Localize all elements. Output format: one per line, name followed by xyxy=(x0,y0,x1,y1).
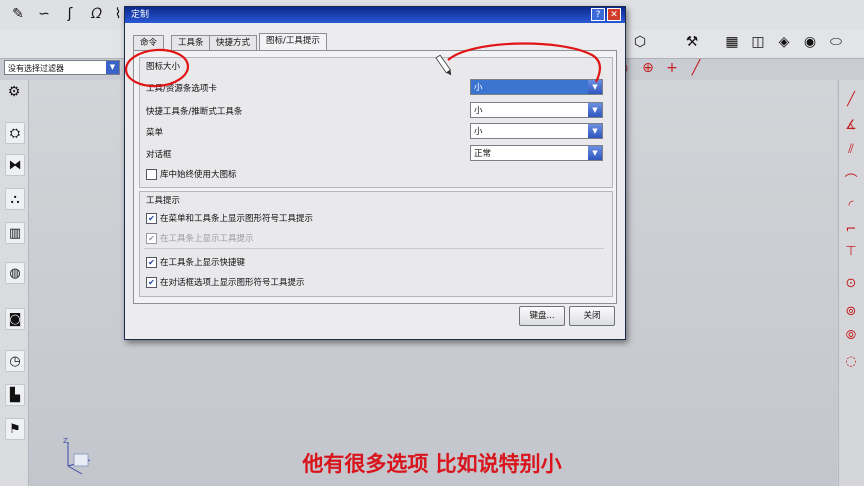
selection-filter-value: 没有选择过滤器 xyxy=(8,64,64,73)
circle-3pt-icon[interactable]: ◌ xyxy=(842,352,860,370)
menu-toolbar-graphic-tooltip-label: 在菜单和工具条上显示图形符号工具提示 xyxy=(160,214,314,224)
chevron-down-icon[interactable]: ▼ xyxy=(588,103,602,117)
checkmark-icon: ✔ xyxy=(146,232,157,244)
curve-tool-icon[interactable]: ∽ xyxy=(34,4,54,24)
video-subtitle: 他有很多选项 比如说特别小 xyxy=(302,452,562,476)
tab-panel-icons-tooltips: 图标大小 工具/资源条选项卡 小 ▼ 快捷工具条/推断式工具条 小 ▼ 菜单 小… xyxy=(133,50,617,304)
keyboard-button[interactable]: 键盘... xyxy=(519,306,565,326)
parallel-line-icon[interactable]: ⫽ xyxy=(842,140,860,158)
web-browser-icon[interactable]: ◍ xyxy=(5,262,25,284)
sketch-icon[interactable]: ✎ xyxy=(8,4,28,24)
target-icon[interactable]: ⊕ xyxy=(638,58,658,78)
help-button[interactable]: ? xyxy=(591,8,605,21)
menu-size-select[interactable]: 小 ▼ xyxy=(470,123,603,139)
checkbox-box[interactable] xyxy=(146,168,157,180)
line-tool-icon[interactable]: ╱ xyxy=(842,90,860,108)
process-studio-icon[interactable]: ▙ xyxy=(5,384,25,406)
gear-icon[interactable]: ⚙ xyxy=(4,82,24,102)
icon-size-group: 图标大小 工具/资源条选项卡 小 ▼ 快捷工具条/推断式工具条 小 ▼ 菜单 小… xyxy=(139,57,613,188)
tab-toolbars[interactable]: 工具条 xyxy=(171,35,211,51)
render-icon[interactable]: ◈ xyxy=(774,32,794,52)
part-navigator-icon[interactable]: ⛬ xyxy=(5,188,25,210)
menu-toolbar-graphic-tooltip-checkbox[interactable]: ✔ 在菜单和工具条上显示图形符号工具提示 xyxy=(146,212,313,224)
shortcut-toolbar-size-select[interactable]: 小 ▼ xyxy=(470,102,603,118)
toolbar-tooltip-label: 在工具条上显示工具提示 xyxy=(160,234,254,244)
view-icon[interactable]: ◫ xyxy=(748,32,768,52)
divider xyxy=(144,248,604,249)
chevron-down-icon[interactable]: ▼ xyxy=(106,61,119,74)
dialog-title: 定制 xyxy=(131,10,150,20)
display-icon[interactable]: ⬭ xyxy=(826,32,846,52)
spline-icon[interactable]: ʃ xyxy=(60,4,80,24)
large-icons-library-checkbox[interactable]: 库中始终使用大图标 xyxy=(146,168,237,180)
close-dialog-button[interactable]: ✕ xyxy=(607,8,621,21)
reuse-library-icon[interactable]: ▥ xyxy=(5,222,25,244)
tab-shortcuts[interactable]: 快捷方式 xyxy=(209,35,258,51)
menu-size-label: 菜单 xyxy=(146,128,164,138)
dialog-size-value: 正常 xyxy=(474,149,492,159)
resource-tab-size-select[interactable]: 小 ▼ xyxy=(470,79,603,95)
chevron-down-icon[interactable]: ▼ xyxy=(588,80,602,94)
close-button[interactable]: 关闭 xyxy=(569,306,615,326)
dialog-title-bar[interactable]: 定制 ? ✕ xyxy=(125,7,625,23)
tooltip-group-title: 工具提示 xyxy=(146,196,181,206)
angle-line-icon[interactable]: ∡ xyxy=(842,116,860,134)
circle-point-icon[interactable]: ⊚ xyxy=(842,302,860,320)
checkmark-icon[interactable]: ✔ xyxy=(146,276,157,288)
checkmark-icon[interactable]: ✔ xyxy=(146,212,157,224)
surface-icon[interactable]: ▦ xyxy=(722,32,742,52)
dialog-graphic-tooltip-checkbox[interactable]: ✔ 在对话框选项上显示图形符号工具提示 xyxy=(146,276,305,288)
toolbar-tooltip-checkbox: ✔ 在工具条上显示工具提示 xyxy=(146,232,254,244)
resource-tab-size-label: 工具/资源条选项卡 xyxy=(146,84,217,94)
circle-tangent-icon[interactable]: ⦾ xyxy=(842,326,860,344)
icon-size-group-title: 图标大小 xyxy=(146,62,181,72)
roles-icon[interactable]: ⚑ xyxy=(5,418,25,440)
dialog-size-label: 对话框 xyxy=(146,150,172,160)
resource-tab-size-value: 小 xyxy=(474,83,483,93)
shortcut-toolbar-size-label: 快捷工具条/推断式工具条 xyxy=(146,107,243,117)
line-icon[interactable]: ╱ xyxy=(686,58,706,78)
dialog-graphic-tooltip-label: 在对话框选项上显示图形符号工具提示 xyxy=(160,278,305,288)
trim-icon[interactable]: ⊤ xyxy=(842,242,860,260)
chevron-down-icon[interactable]: ▼ xyxy=(588,124,602,138)
toolbar-shortcut-checkbox[interactable]: ✔ 在工具条上显示快捷键 xyxy=(146,256,245,268)
dialog-size-select[interactable]: 正常 ▼ xyxy=(470,145,603,161)
plus-icon[interactable]: + xyxy=(662,58,682,78)
tools-icon[interactable]: ⚒ xyxy=(682,32,702,52)
cube-icon[interactable]: ⬡ xyxy=(630,32,650,52)
menu-size-value: 小 xyxy=(474,127,483,137)
checkmark-icon[interactable]: ✔ xyxy=(146,256,157,268)
circle-center-icon[interactable]: ⊙ xyxy=(842,274,860,292)
arc-icon[interactable]: ⌒ xyxy=(842,170,860,189)
axis-z-label: Z xyxy=(63,437,68,445)
toolbar-shortcut-label: 在工具条上显示快捷键 xyxy=(160,258,246,268)
large-icons-library-label: 库中始终使用大图标 xyxy=(160,170,237,180)
constraint-navigator-icon[interactable]: ⧓ xyxy=(5,154,25,176)
material-icon[interactable]: ◉ xyxy=(800,32,820,52)
selection-filter-select[interactable]: 没有选择过滤器 ▼ xyxy=(4,60,120,75)
chevron-down-icon[interactable]: ▼ xyxy=(588,146,602,160)
curve-edit-icon[interactable]: 𝛺 xyxy=(86,4,106,24)
history-icon[interactable]: ◷ xyxy=(5,350,25,372)
tab-commands[interactable]: 命令 xyxy=(133,35,165,51)
customize-dialog: 定制 ? ✕ 命令 工具条 快捷方式 图标/工具提示 图标大小 工具/资源条选项… xyxy=(124,6,626,340)
palette-icon[interactable]: ◙ xyxy=(5,308,25,330)
fillet-icon[interactable]: ⌐ xyxy=(842,220,860,238)
assembly-navigator-icon[interactable]: ⛭ xyxy=(5,122,25,144)
tooltip-group: 工具提示 ✔ 在菜单和工具条上显示图形符号工具提示 ✔ 在工具条上显示工具提示 … xyxy=(139,191,613,297)
arc-tangent-icon[interactable]: ◜ xyxy=(842,196,860,214)
shortcut-toolbar-size-value: 小 xyxy=(474,106,483,116)
